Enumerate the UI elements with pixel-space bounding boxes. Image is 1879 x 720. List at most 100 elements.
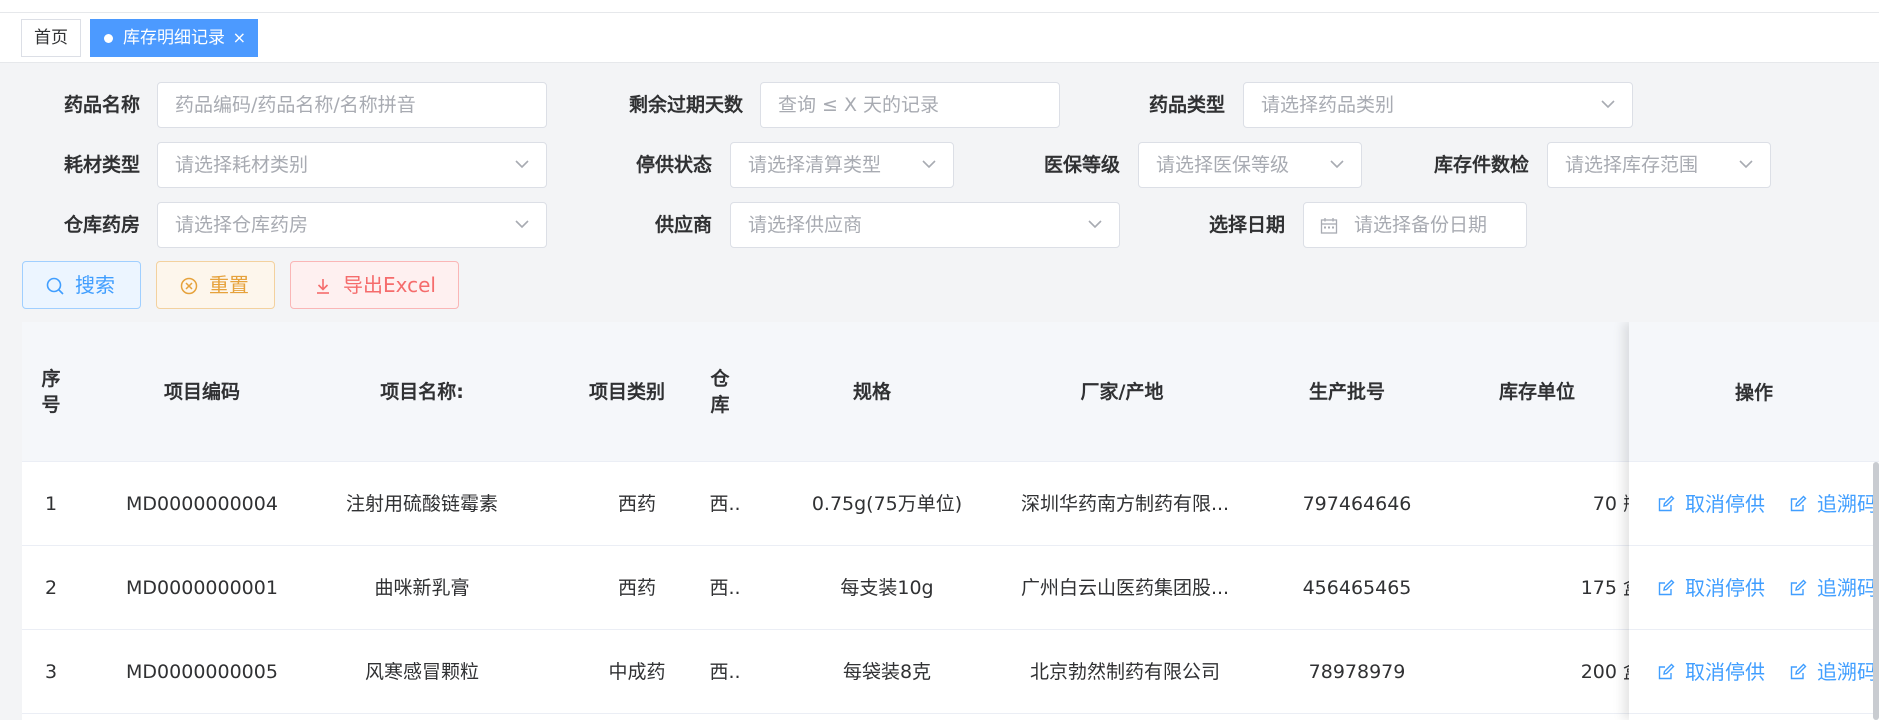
cell-code: MD0000000005 xyxy=(126,661,278,683)
cell-warehouse: 西.. xyxy=(709,493,741,515)
download-icon xyxy=(317,279,329,294)
cell-manufacturer: 北京勃然制药有限公司 xyxy=(1029,661,1220,683)
label-warehouse: 仓库药房 xyxy=(63,214,140,236)
label-supplier: 供应商 xyxy=(654,214,712,236)
drug-type-select[interactable]: 请选择药品类别 xyxy=(1243,82,1633,128)
search-button[interactable]: 搜索 xyxy=(22,261,141,309)
cancel-suspend-label: 取消停供 xyxy=(1685,492,1765,516)
cell-batch: 78978979 xyxy=(1308,661,1406,683)
th-name: 项目名称: xyxy=(380,381,464,403)
th-actions: 操作 xyxy=(1629,322,1879,462)
insurance-level-placeholder: 请选择医保等级 xyxy=(1156,154,1290,176)
table-row: 2 MD0000000001 曲咪新乳膏 西药 西.. 每支装10g 广州白云山… xyxy=(22,546,1879,630)
supply-status-placeholder: 请选择清算类型 xyxy=(748,154,882,176)
cell-warehouse: 西.. xyxy=(709,577,741,599)
expire-days-input[interactable]: 查询 ≤ X 天的记录 xyxy=(760,82,1060,128)
cell-code: MD0000000004 xyxy=(126,493,278,515)
cell-name: 注射用硫酸链霉素 xyxy=(345,493,498,515)
cell-index: 1 xyxy=(44,493,58,515)
chevron-down-icon xyxy=(1330,160,1344,169)
edit-icon xyxy=(1658,495,1675,512)
actions-column: 操作 取消停供 追溯码 取消停供 追溯码 取消停供 追溯码 xyxy=(1629,322,1879,720)
th-batch: 生产批号 xyxy=(1308,381,1385,403)
cell-spec: 每袋装8克 xyxy=(842,661,932,683)
trace-code-label: 追溯码 xyxy=(1817,576,1877,600)
consumable-type-select[interactable]: 请选择耗材类别 xyxy=(157,142,547,188)
edit-icon xyxy=(1658,663,1675,680)
label-drug-type: 药品类型 xyxy=(1148,94,1225,116)
reset-label: 重置 xyxy=(209,273,249,297)
label-supply-status: 停供状态 xyxy=(635,154,712,176)
trace-code-button[interactable]: 追溯码 xyxy=(1789,659,1877,685)
stock-check-placeholder: 请选择库存范围 xyxy=(1565,154,1699,176)
th-manufacturer: 厂家/产地 xyxy=(1080,381,1164,403)
vertical-scrollbar[interactable] xyxy=(1873,462,1879,720)
edit-icon xyxy=(1790,579,1807,596)
supply-status-select[interactable]: 请选择清算类型 xyxy=(730,142,954,188)
warehouse-select[interactable]: 请选择仓库药房 xyxy=(157,202,547,248)
chevron-down-icon xyxy=(1088,220,1102,229)
search-icon xyxy=(46,277,64,295)
insurance-level-select[interactable]: 请选择医保等级 xyxy=(1138,142,1362,188)
drug-type-placeholder: 请选择药品类别 xyxy=(1261,94,1395,116)
cancel-suspend-label: 取消停供 xyxy=(1685,576,1765,600)
th-index: 序号 xyxy=(41,368,61,416)
supplier-placeholder: 请选择供应商 xyxy=(748,214,863,236)
trace-code-button[interactable]: 追溯码 xyxy=(1789,575,1877,601)
label-insurance-level: 医保等级 xyxy=(1043,154,1120,176)
label-stock-check: 库存件数检 xyxy=(1433,154,1529,176)
export-label: 导出Excel xyxy=(343,273,436,297)
cell-spec: 每支装10g xyxy=(840,577,934,599)
table-row: 3 MD0000000005 风寒感冒颗粒 中成药 西.. 每袋装8克 北京勃然… xyxy=(22,630,1879,714)
inventory-table: 序号 项目编码 项目名称: 项目类别 仓库 规格 厂家/产地 生产批号 库存单位… xyxy=(22,322,1879,720)
cell-unit: 175 盒 xyxy=(1580,577,1642,599)
label-expire-days: 剩余过期天数 xyxy=(628,94,743,116)
supplier-select[interactable]: 请选择供应商 xyxy=(730,202,1120,248)
label-date: 选择日期 xyxy=(1208,214,1285,236)
cell-manufacturer: 深圳华药南方制药有限... xyxy=(1020,493,1230,515)
calendar-icon xyxy=(1320,218,1338,234)
edit-icon xyxy=(1658,579,1675,596)
chevron-down-icon xyxy=(515,160,529,169)
date-picker[interactable]: 请选择备份日期 xyxy=(1303,202,1527,248)
close-icon[interactable]: × xyxy=(233,20,246,56)
cell-unit: 70 瓶 xyxy=(1592,493,1642,515)
label-consumable-type: 耗材类型 xyxy=(63,154,140,176)
th-unit: 库存单位 xyxy=(1498,381,1575,403)
date-placeholder: 请选择备份日期 xyxy=(1354,214,1488,236)
actions-row: 取消停供 追溯码 xyxy=(1629,462,1879,546)
cell-name: 风寒感冒颗粒 xyxy=(364,661,479,683)
cell-batch: 797464646 xyxy=(1302,493,1412,515)
chevron-down-icon xyxy=(922,160,936,169)
tab-home[interactable]: 首页 xyxy=(21,19,81,57)
active-dot-icon xyxy=(104,34,113,43)
reset-circle-icon xyxy=(180,277,198,295)
table-header: 序号 项目编码 项目名称: 项目类别 仓库 规格 厂家/产地 生产批号 库存单位 xyxy=(22,322,1879,462)
cell-code: MD0000000001 xyxy=(126,577,278,599)
actions-row: 取消停供 追溯码 xyxy=(1629,630,1879,714)
cancel-suspend-button[interactable]: 取消停供 xyxy=(1657,575,1765,601)
cancel-suspend-label: 取消停供 xyxy=(1685,660,1765,684)
reset-button[interactable]: 重置 xyxy=(156,261,275,309)
trace-code-button[interactable]: 追溯码 xyxy=(1789,491,1877,517)
top-bar xyxy=(0,0,1879,13)
cell-category: 中成药 xyxy=(608,661,666,683)
cell-unit: 200 盒 xyxy=(1580,661,1642,683)
drug-name-input[interactable]: 药品编码/药品名称/名称拼音 xyxy=(157,82,547,128)
edit-icon xyxy=(1790,663,1807,680)
trace-code-label: 追溯码 xyxy=(1817,492,1877,516)
stock-check-select[interactable]: 请选择库存范围 xyxy=(1547,142,1771,188)
warehouse-placeholder: 请选择仓库药房 xyxy=(175,214,309,236)
trace-code-label: 追溯码 xyxy=(1817,660,1877,684)
cancel-suspend-button[interactable]: 取消停供 xyxy=(1657,491,1765,517)
th-category: 项目类别 xyxy=(588,381,665,403)
cell-index: 3 xyxy=(44,661,58,683)
export-excel-button[interactable]: 导出Excel xyxy=(290,261,459,309)
cell-name: 曲咪新乳膏 xyxy=(374,577,470,599)
tab-inventory-detail[interactable]: 库存明细记录 × xyxy=(90,19,258,57)
search-label: 搜索 xyxy=(75,273,115,297)
cell-spec: 0.75g(75万单位) xyxy=(811,493,963,515)
cancel-suspend-button[interactable]: 取消停供 xyxy=(1657,659,1765,685)
actions-row: 取消停供 追溯码 xyxy=(1629,546,1879,630)
cell-category: 西药 xyxy=(617,493,656,515)
